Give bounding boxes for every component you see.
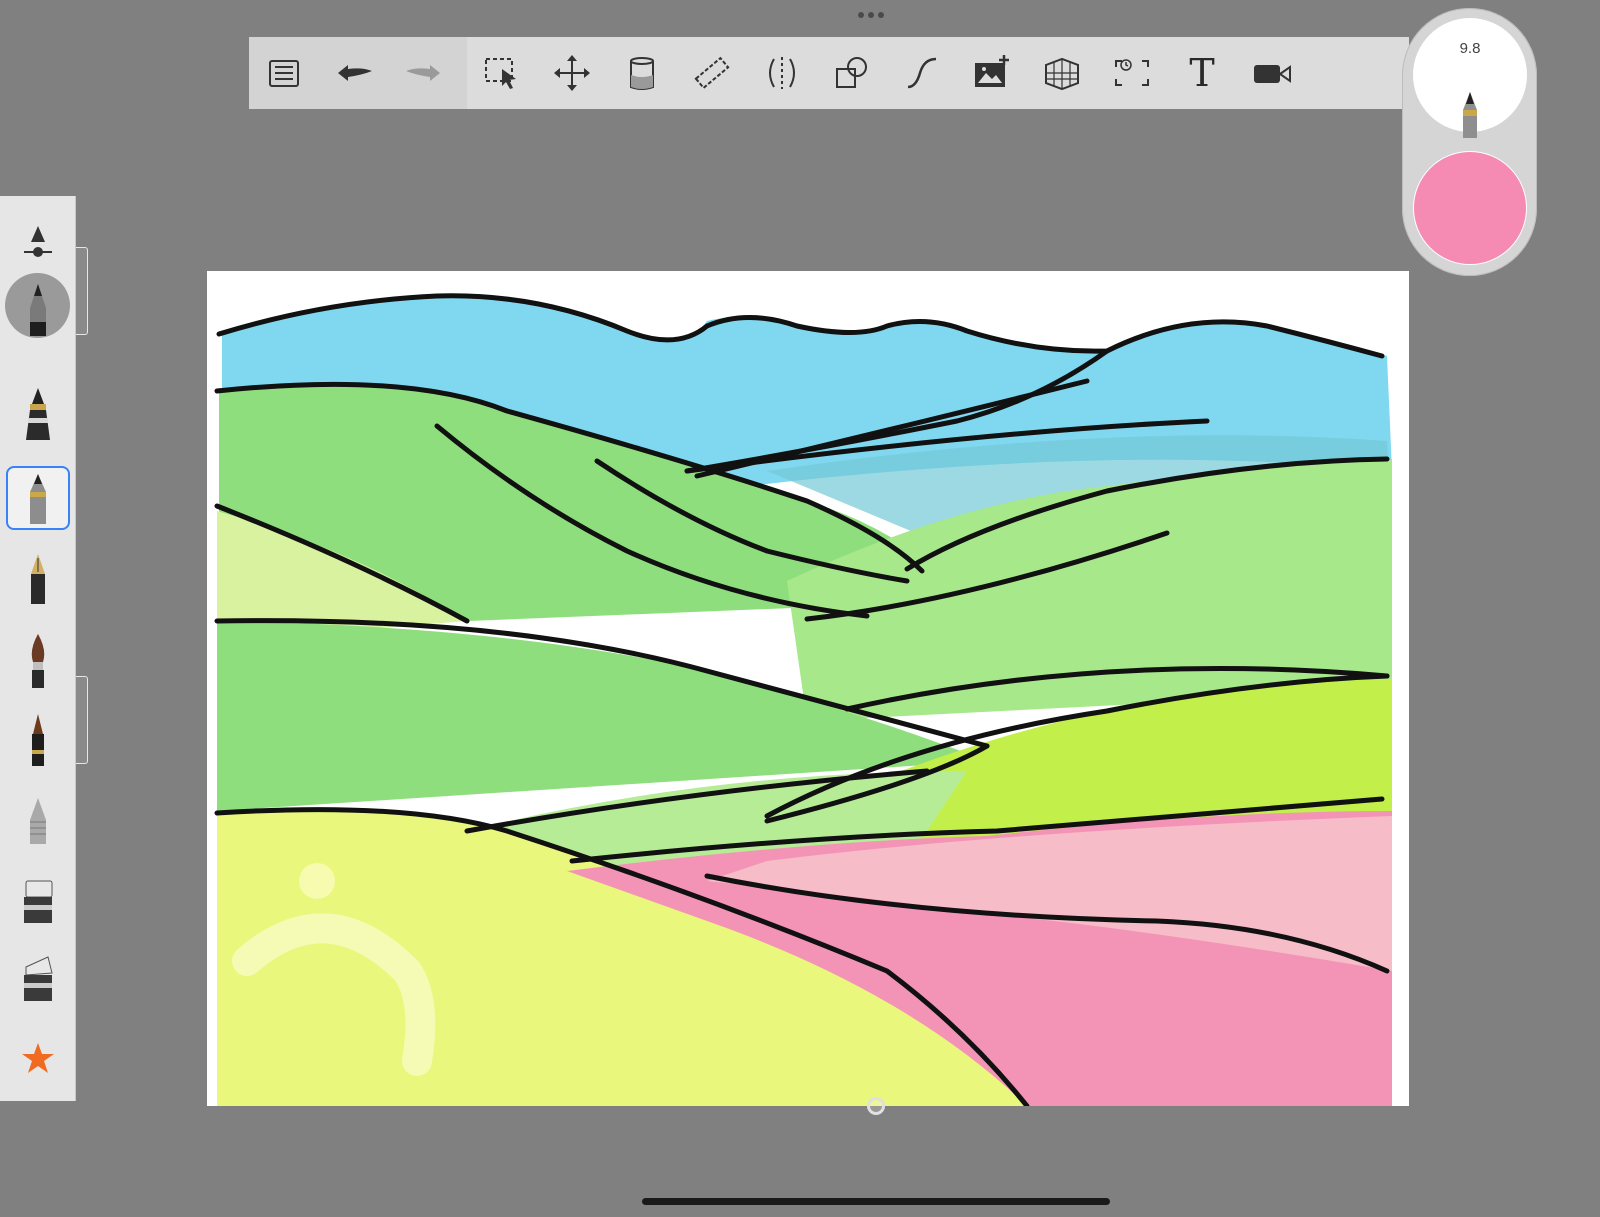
soft-eraser-icon <box>24 956 53 1001</box>
eraser-icon <box>24 880 53 923</box>
perspective-button[interactable] <box>1027 37 1097 109</box>
brush-eraser[interactable] <box>6 870 70 934</box>
ink-pen-icon <box>26 388 50 440</box>
brush-puck: 9.8 <box>1402 8 1537 276</box>
selection-button[interactable] <box>467 37 537 109</box>
text-button[interactable]: T <box>1167 37 1237 109</box>
text-icon: T <box>1189 51 1215 95</box>
move-icon <box>554 55 590 91</box>
record-button[interactable] <box>1237 37 1307 109</box>
timelapse-button[interactable] <box>1097 37 1167 109</box>
import-image-button[interactable] <box>957 37 1027 109</box>
brush-marker[interactable] <box>6 466 70 530</box>
brush-color-swatch[interactable] <box>1413 151 1527 265</box>
marker-tip-icon <box>1463 92 1477 138</box>
favorite-brushes-button[interactable] <box>6 1026 70 1090</box>
fill-button[interactable] <box>607 37 677 109</box>
curve-button[interactable] <box>887 37 957 109</box>
shapes-icon <box>836 57 867 88</box>
brush-smudge[interactable] <box>6 790 70 854</box>
ruler-icon <box>694 56 730 90</box>
undo-button[interactable] <box>319 37 389 109</box>
brush-ink-pen[interactable] <box>6 382 70 446</box>
airbrush-icon <box>32 714 44 766</box>
fountain-pen-icon <box>31 554 45 604</box>
undo-icon <box>338 65 372 81</box>
paint-bucket-icon <box>630 57 654 90</box>
ruler-button[interactable] <box>677 37 747 109</box>
brush-size-value: 9.8 <box>1459 40 1481 57</box>
landscape-drawing <box>207 271 1409 1106</box>
main-toolbar: T <box>249 37 1409 109</box>
brush-toolbar <box>0 196 76 1101</box>
pencil-icon <box>30 284 46 336</box>
brush-settings-icon <box>24 226 52 257</box>
home-indicator[interactable] <box>642 1198 1110 1205</box>
transform-button[interactable] <box>537 37 607 109</box>
video-camera-icon <box>1254 65 1291 83</box>
brush-paint-brush[interactable] <box>6 628 70 692</box>
selection-icon <box>485 58 516 89</box>
brushbar-handle-top[interactable] <box>75 247 88 335</box>
brush-fountain-pen[interactable] <box>6 546 70 610</box>
shapes-button[interactable] <box>817 37 887 109</box>
image-add-icon <box>975 55 1009 87</box>
redo-button[interactable] <box>389 37 459 109</box>
brush-soft-eraser[interactable] <box>6 948 70 1012</box>
timelapse-icon <box>1115 59 1149 86</box>
canvas-rotate-handle[interactable] <box>867 1097 885 1115</box>
symmetry-icon <box>769 57 795 89</box>
menu-button[interactable] <box>249 37 319 109</box>
brush-size-control[interactable]: 9.8 <box>1413 18 1527 138</box>
drawing-canvas[interactable] <box>207 271 1409 1106</box>
star-icon <box>22 1043 54 1073</box>
brush-settings-button[interactable] <box>6 210 70 274</box>
perspective-grid-icon <box>1045 57 1079 91</box>
list-icon <box>269 60 299 87</box>
brush-pencil[interactable] <box>6 276 70 340</box>
brushbar-handle-bottom[interactable] <box>75 676 88 764</box>
redo-icon <box>406 65 440 81</box>
smudge-icon <box>30 798 46 844</box>
toolbar-history-group <box>249 37 467 109</box>
symmetry-button[interactable] <box>747 37 817 109</box>
multitasking-dots[interactable] <box>858 12 884 18</box>
curve-icon <box>907 57 937 89</box>
marker-icon <box>30 474 46 524</box>
brush-airbrush[interactable] <box>6 708 70 772</box>
paint-brush-icon <box>31 634 45 688</box>
